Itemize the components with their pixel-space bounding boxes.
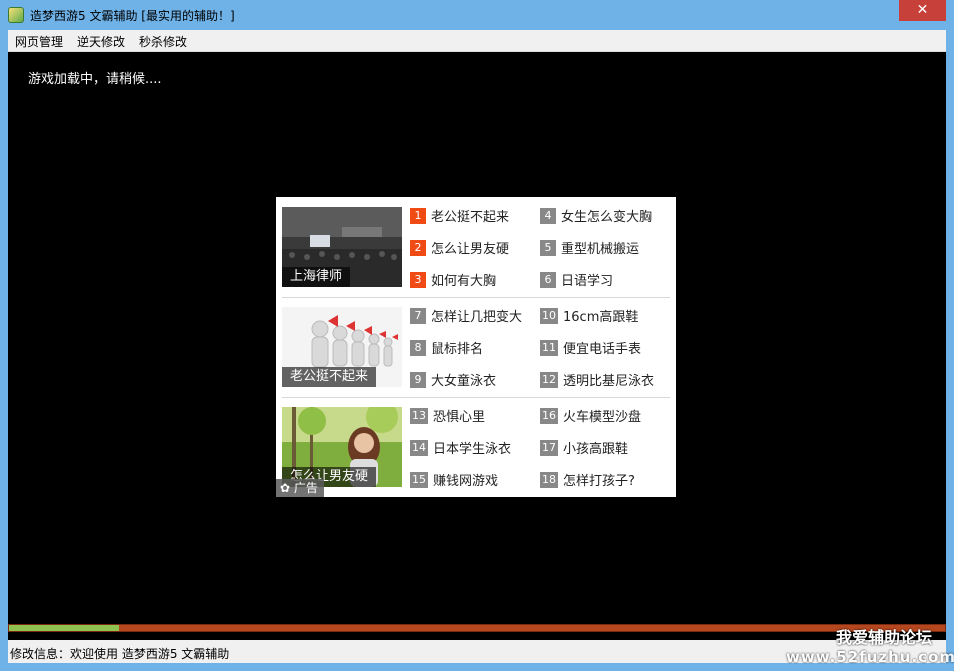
ad-link[interactable]: 11 便宜电话手表 xyxy=(540,338,642,357)
ad-link-label: 大女童泳衣 xyxy=(431,374,497,389)
rank-badge: 15 xyxy=(410,471,428,488)
ad-link-label: 透明比基尼泳衣 xyxy=(563,374,655,389)
ad-link[interactable]: 10 16cm高跟鞋 xyxy=(540,306,639,325)
status-message: 修改信息：欢迎使用 造梦西游5 文霸辅助 xyxy=(10,647,230,661)
ad-link-label: 怎样让几把变大 xyxy=(431,310,523,325)
ad-link[interactable]: 6 日语学习 xyxy=(540,270,614,289)
ad-link[interactable]: 1 老公挺不起来 xyxy=(410,206,510,225)
app-icon xyxy=(8,7,24,23)
ad-link[interactable]: 13 恐惧心里 xyxy=(410,406,486,425)
ad-link[interactable]: 4 女生怎么变大胸 xyxy=(540,206,653,225)
ad-link-label: 便宜电话手表 xyxy=(563,342,642,357)
paw-icon: ✿ xyxy=(280,481,291,495)
game-area[interactable]: 游戏加载中，请稍候.... 上海律师 1 老公挺不起来 2 怎么让男友硬 3 如… xyxy=(8,52,946,640)
rank-badge: 17 xyxy=(540,439,558,456)
loading-progress-bar xyxy=(8,624,946,632)
ad-link-label: 恐惧心里 xyxy=(433,410,486,425)
ad-link-label: 日本学生泳衣 xyxy=(433,442,512,457)
ad-link[interactable]: 14 日本学生泳衣 xyxy=(410,438,512,457)
ad-link-label: 火车模型沙盘 xyxy=(563,410,642,425)
rank-badge: 3 xyxy=(410,271,426,288)
rank-badge: 14 xyxy=(410,439,428,456)
menu-item-instant-kill[interactable]: 秒杀修改 xyxy=(139,33,187,50)
rank-badge: 11 xyxy=(540,339,558,356)
rank-badge: 13 xyxy=(410,407,428,424)
ad-thumbnail-caption: 老公挺不起来 xyxy=(282,367,377,387)
rank-badge: 8 xyxy=(410,339,426,356)
rank-badge: 1 xyxy=(410,207,426,224)
rank-badge: 10 xyxy=(540,307,558,324)
rank-badge: 5 xyxy=(540,239,556,256)
ad-link[interactable]: 17 小孩高跟鞋 xyxy=(540,438,629,457)
menu-item-web-manage[interactable]: 网页管理 xyxy=(15,33,63,50)
rank-badge: 9 xyxy=(410,371,426,388)
ad-thumbnail-2[interactable]: 老公挺不起来 xyxy=(282,307,402,387)
ad-link-label: 女生怎么变大胸 xyxy=(561,210,653,225)
rank-badge: 2 xyxy=(410,239,426,256)
ad-link-label: 重型机械搬运 xyxy=(561,242,640,257)
ad-panel: 上海律师 1 老公挺不起来 2 怎么让男友硬 3 如何有大胸 4 女生怎么变大胸 5 重型… xyxy=(276,197,676,497)
ad-link-label: 小孩高跟鞋 xyxy=(563,442,629,457)
ad-link-label: 16cm高跟鞋 xyxy=(563,310,639,325)
ad-thumbnail-caption: 上海律师 xyxy=(282,267,351,287)
ad-link[interactable]: 3 如何有大胸 xyxy=(410,270,497,289)
ad-label-badge[interactable]: ✿ 广告 xyxy=(276,479,324,497)
ad-link[interactable]: 15 赚钱网游戏 xyxy=(410,470,499,489)
ad-link[interactable]: 7 怎样让几把变大 xyxy=(410,306,523,325)
ad-link-label: 日语学习 xyxy=(561,274,614,289)
ad-link[interactable]: 5 重型机械搬运 xyxy=(540,238,640,257)
watermark-title: 我爱辅助论坛 xyxy=(836,628,933,647)
ad-link-label: 鼠标排名 xyxy=(431,342,484,357)
ad-link[interactable]: 16 火车模型沙盘 xyxy=(540,406,642,425)
ad-thumbnail-1[interactable]: 上海律师 xyxy=(282,207,402,287)
menu-item-modify[interactable]: 逆天修改 xyxy=(77,33,125,50)
ad-link[interactable]: 12 透明比基尼泳衣 xyxy=(540,370,655,389)
rank-badge: 16 xyxy=(540,407,558,424)
app-window: 造梦西游5 文霸辅助 [最实用的辅助！] ✕ 网页管理 逆天修改 秒杀修改 游戏… xyxy=(0,0,954,671)
ad-section-3: 怎么让男友硬 13 恐惧心里 14 日本学生泳衣 15 赚钱网游戏 16 火车模型沙盘 … xyxy=(276,397,676,497)
menu-bar: 网页管理 逆天修改 秒杀修改 xyxy=(8,30,946,52)
ad-link[interactable]: 18 怎样打孩子? xyxy=(540,470,635,489)
ad-link-label: 赚钱网游戏 xyxy=(433,474,499,489)
watermark-url: www.52fuzhu.com xyxy=(786,648,954,666)
ad-link[interactable]: 2 怎么让男友硬 xyxy=(410,238,510,257)
ad-label-text: 广告 xyxy=(293,481,318,495)
ad-link-label: 怎么让男友硬 xyxy=(431,242,510,257)
window-title: 造梦西游5 文霸辅助 [最实用的辅助！] xyxy=(30,9,235,23)
rank-badge: 18 xyxy=(540,471,558,488)
loading-message: 游戏加载中，请稍候.... xyxy=(28,72,162,87)
rank-badge: 6 xyxy=(540,271,556,288)
ad-thumbnail-3[interactable]: 怎么让男友硬 xyxy=(282,407,402,487)
ad-section-2: 老公挺不起来 7 怎样让几把变大 8 鼠标排名 9 大女童泳衣 10 16cm高跟鞋 1… xyxy=(276,297,676,397)
ad-link-label: 怎样打孩子? xyxy=(563,474,635,489)
ad-link[interactable]: 9 大女童泳衣 xyxy=(410,370,497,389)
ad-section-1: 上海律师 1 老公挺不起来 2 怎么让男友硬 3 如何有大胸 4 女生怎么变大胸 5 重型… xyxy=(276,197,676,297)
rank-badge: 4 xyxy=(540,207,556,224)
title-bar[interactable]: 造梦西游5 文霸辅助 [最实用的辅助！] ✕ xyxy=(0,0,954,30)
ad-link[interactable]: 8 鼠标排名 xyxy=(410,338,484,357)
rank-badge: 12 xyxy=(540,371,558,388)
close-button[interactable]: ✕ xyxy=(899,0,946,21)
rank-badge: 7 xyxy=(410,307,426,324)
close-icon: ✕ xyxy=(916,2,929,18)
ad-link-label: 如何有大胸 xyxy=(431,274,497,289)
loading-progress-fill xyxy=(9,625,120,631)
ad-link-label: 老公挺不起来 xyxy=(431,210,510,225)
